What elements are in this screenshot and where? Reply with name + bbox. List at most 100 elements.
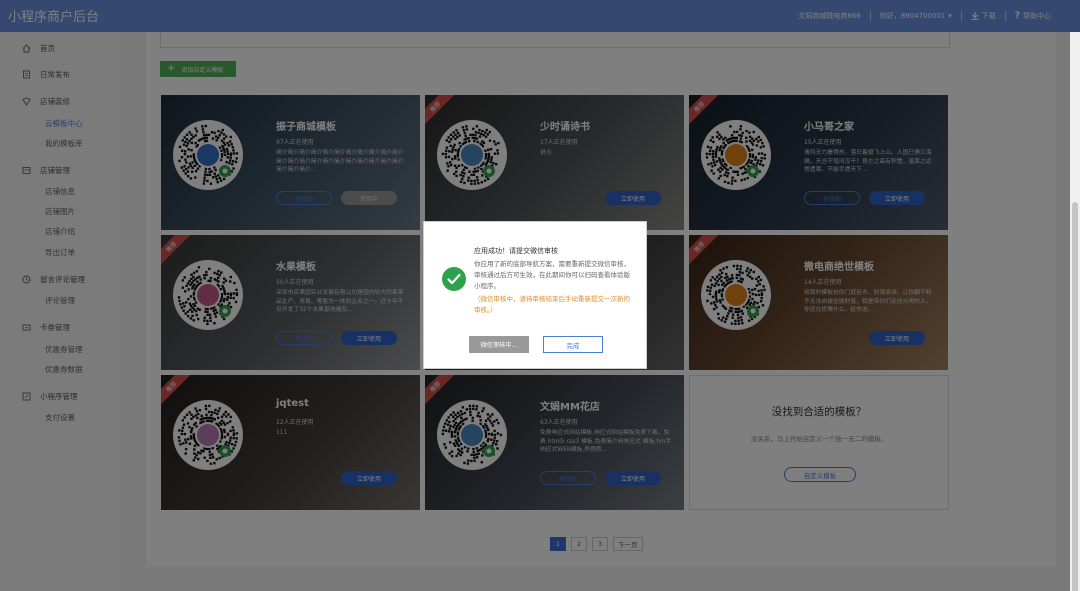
preview-button[interactable]: 预览图: [804, 191, 860, 205]
custom-template-button[interactable]: 自定义模板: [784, 467, 856, 482]
sidebar-item-label: 日常发布: [40, 70, 70, 79]
edit-icon: [22, 392, 31, 401]
use-template-button[interactable]: 立即使用: [605, 471, 661, 485]
sidebar-item-coupon-data[interactable]: 优惠券数据: [0, 364, 122, 375]
qr-code: [173, 260, 243, 330]
card-usage: 50人正在使用: [276, 279, 314, 286]
scrollbar-thumb[interactable]: [1072, 202, 1078, 591]
template-card: 推荐 小马哥之家 15人正在使用 清风无力屠得热，落日着翅飞上山。人固已惧江海竭，天岂…: [689, 95, 948, 230]
page-button-2[interactable]: 2: [571, 537, 587, 551]
help-icon: ?: [1014, 11, 1020, 21]
sidebar-item-pay-settings[interactable]: 支付设置: [0, 412, 122, 423]
sidebar-item-shop-intro[interactable]: 店铺介绍: [0, 226, 122, 237]
template-card: 推荐 微电商绝世模板 14人正在使用 用我的模板包你门庭若市，财源滚滚，让你翻不断手无…: [689, 235, 948, 370]
add-button-label: 添加自定义模板: [181, 66, 224, 74]
plus-icon: +: [167, 63, 176, 74]
card-usage: 15人正在使用: [804, 139, 842, 146]
sidebar-item-shop-manage[interactable]: 店铺管理: [0, 165, 122, 176]
page: 小程序商户后台 文娟商城微电商666 你好，8904700001 ▾ 下载 ? …: [0, 0, 1080, 591]
card-description: 深圳市百果园实业发展有限公司是国内较大的集果品生产、贸易、零售为一体的企业之一。…: [276, 290, 404, 314]
top-frame: [160, 32, 950, 48]
qr-code: [437, 120, 507, 190]
shop-name-link[interactable]: 文娟商城微电商666: [789, 0, 869, 32]
sidebar-item-coupon-manage[interactable]: 优惠券管理: [0, 344, 122, 355]
use-template-button[interactable]: 立即使用: [341, 471, 397, 485]
custom-template-card: 没找到合适的模板？ 没关系，马上开始自定义一个独一无二的模板。 自定义模板: [689, 375, 949, 510]
card-title: jqtest: [276, 398, 309, 409]
caret-down-icon: ▾: [948, 12, 952, 20]
card-title: 少时诵诗书: [540, 122, 590, 133]
download-link[interactable]: 下载: [962, 0, 1005, 32]
dialog-body: 你应用了新的底部导航方案，需要重新提交微信审核，审核通过后方可生效，在此期间你可…: [474, 260, 630, 290]
help-link[interactable]: ? 帮助中心: [1006, 0, 1060, 32]
sidebar-item-cloud-templates[interactable]: 云模板中心: [0, 118, 122, 129]
card-title: 微电商绝世模板: [804, 262, 874, 273]
empty-card-title: 没找到合适的模板？: [771, 406, 867, 418]
sidebar-item-coupons[interactable]: 卡券管理: [0, 322, 122, 333]
sidebar-item-shop-images[interactable]: 店铺图片: [0, 206, 122, 217]
sidebar-item-reviews[interactable]: 留言评论管理: [0, 274, 122, 285]
sidebar-item-shop-info[interactable]: 店铺信息: [0, 186, 122, 197]
preview-button[interactable]: 预览图: [276, 331, 332, 345]
use-template-button[interactable]: 使用中: [341, 191, 397, 205]
shield-icon: [22, 97, 31, 106]
done-button[interactable]: 完成: [543, 336, 603, 353]
download-icon: [971, 12, 979, 20]
qr-code: [173, 400, 243, 470]
success-dialog: 应用成功！请提交微信审核 你应用了新的底部导航方案，需要重新提交微信审核，审核通…: [423, 221, 647, 369]
app-title: 小程序商户后台: [8, 10, 100, 25]
card-title: 振子商城模板: [276, 122, 336, 133]
use-template-button[interactable]: 立即使用: [341, 331, 397, 345]
sidebar-item-mini-manage[interactable]: 小程序管理: [0, 391, 122, 402]
qr-code: [173, 120, 243, 190]
sidebar-item-label: 留言评论管理: [40, 275, 85, 284]
sidebar-item-review-manage[interactable]: 评论管理: [0, 295, 122, 306]
next-page-button[interactable]: 下一页: [613, 537, 643, 551]
card-icon: [22, 324, 31, 331]
use-template-button[interactable]: 立即使用: [869, 191, 925, 205]
scrollbar[interactable]: [1070, 32, 1080, 591]
sidebar-item-my-templates[interactable]: 我的模板库: [0, 138, 122, 149]
preview-button[interactable]: 预览图: [276, 191, 332, 205]
card-description: 说点: [540, 150, 552, 156]
page-button-3[interactable]: 3: [592, 537, 608, 551]
page-button-1[interactable]: 1: [550, 537, 566, 551]
preview-button[interactable]: 预览图: [540, 471, 596, 485]
card-description: 简介简介简介简介简介简介简介简介简介简介简介简介简介简介简介简介简介简介简介简介…: [276, 150, 404, 174]
sidebar-item-label: 店铺管理: [40, 166, 70, 175]
sidebar-item-decor[interactable]: 店铺装修: [0, 96, 122, 107]
use-template-button[interactable]: 立即使用: [605, 191, 661, 205]
wechat-review-button[interactable]: 微信审核中...: [469, 336, 529, 353]
success-check-icon: [442, 267, 466, 291]
sidebar-item-label: 卡券管理: [40, 323, 70, 332]
pagination: 1 2 3 下一页: [550, 537, 648, 551]
add-custom-template-button[interactable]: + 添加自定义模板: [160, 61, 236, 77]
template-card: 振子商城模板 97人正在使用简介简介简介简介简介简介简介简介简介简介简介简介简介简…: [161, 95, 420, 230]
template-card: 推荐 少时诵诗书 17人正在使用 说点 立即使用: [425, 95, 684, 230]
shop-icon: [22, 167, 31, 174]
document-icon: [23, 70, 30, 79]
card-usage: 14人正在使用: [804, 279, 842, 286]
card-description: 111: [276, 430, 288, 436]
sidebar: 首页 日常发布 店铺装修 云模板中心 我的模板库 店铺管理 店铺信息 店铺图片 …: [0, 32, 122, 591]
card-usage: 97人正在使用: [276, 139, 314, 146]
clock-icon: [22, 275, 31, 284]
qr-code: [701, 120, 771, 190]
sidebar-item-daily-publish[interactable]: 日常发布: [0, 69, 122, 80]
card-description: 清风无力屠得热，落日着翅飞上山。人固已惧江海竭，天岂不惜河汉干？昆仑之高有积雪，…: [804, 150, 932, 174]
user-greeting: 你好，8904700001: [879, 12, 946, 20]
user-menu[interactable]: 你好，8904700001 ▾: [871, 0, 961, 32]
use-template-button[interactable]: 立即使用: [869, 331, 925, 345]
sidebar-item-home[interactable]: 首页: [0, 43, 122, 54]
card-description: 免费响应式网站模板,响应式网站模板免费下载，免费 html5 css3 模板,免…: [540, 430, 672, 454]
dialog-title: 应用成功！请提交微信审核: [474, 247, 558, 255]
top-bar: 小程序商户后台 文娟商城微电商666 你好，8904700001 ▾ 下载 ? …: [0, 0, 1080, 32]
qr-code: [701, 260, 771, 330]
empty-card-subtitle: 没关系，马上开始自定义一个独一无二的模板。: [750, 435, 888, 443]
sidebar-item-label: 小程序管理: [40, 392, 78, 401]
top-nav: 文娟商城微电商666 你好，8904700001 ▾ 下载 ? 帮助中心: [789, 0, 1060, 32]
download-label: 下载: [981, 12, 996, 20]
template-card: 推荐 水果模板 50人正在使用 深圳市百果园实业发展有限公司是国内较大的集果品生产、贸…: [161, 235, 420, 370]
sidebar-item-export-orders[interactable]: 导出订单: [0, 247, 122, 258]
card-title: 水果模板: [276, 262, 316, 273]
